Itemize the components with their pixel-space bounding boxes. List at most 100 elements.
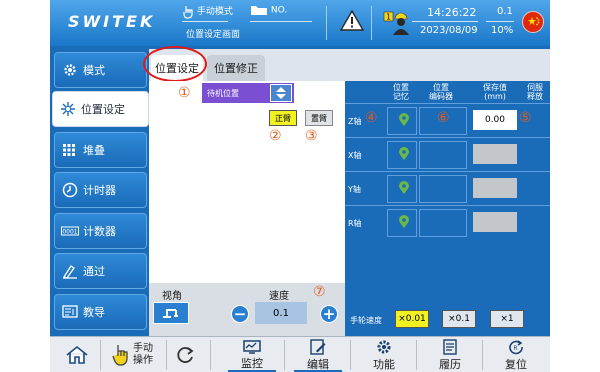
page-name-label: 位置设定画面: [186, 30, 241, 40]
warning-icon[interactable]: [339, 9, 365, 35]
bottom-divider: [482, 340, 483, 370]
view-speed-panel: 视角 速度 ⑦ − 0.1 +: [149, 283, 345, 336]
folder-icon: [251, 6, 267, 15]
bottom-bar: 手动 操作 监控 编辑 功能 履历 R 复位: [50, 336, 550, 372]
reset-label: 复位: [505, 357, 527, 371]
location-pin-icon[interactable]: [399, 180, 409, 199]
history-label: 履历: [439, 357, 461, 371]
cycle-icon: [177, 346, 194, 363]
robot-arm-icon: [163, 309, 178, 318]
sidebar: 模式 位置设定 堆叠 计时器 0001 计数器 通过 教导: [50, 49, 149, 336]
marker-4: ④: [365, 110, 378, 126]
standby-label: 待机位置: [207, 88, 239, 98]
time-underline: [412, 21, 478, 22]
forward-arm-button[interactable]: 正臂: [269, 110, 297, 126]
marker-7: ⑦: [313, 284, 326, 300]
sidebar-item-label: 计数器: [83, 225, 116, 238]
header-save-value: 保存值 (mm): [483, 83, 507, 101]
home-icon: [66, 345, 88, 364]
sidebar-item-label: 堆叠: [83, 144, 105, 157]
marker-3: ③: [305, 128, 318, 144]
program-number[interactable]: NO.: [250, 4, 287, 16]
sidebar-item-pass[interactable]: 通过: [54, 253, 147, 289]
edit-icon: [310, 338, 326, 355]
axis-name: R轴: [348, 219, 362, 228]
handwheel-option-x01[interactable]: ×0.1: [442, 310, 476, 328]
status-underline: [486, 21, 514, 22]
bottom-divider: [166, 340, 167, 370]
location-pin-icon[interactable]: [399, 214, 409, 233]
sidebar-item-stack[interactable]: 堆叠: [54, 132, 147, 168]
clock-time: 14:26:22: [427, 6, 477, 19]
svg-text:1: 1: [386, 13, 391, 22]
sidebar-item-position[interactable]: 位置设定: [52, 91, 149, 127]
handwheel-option-x1[interactable]: ×1: [490, 310, 524, 328]
svg-text:R: R: [513, 345, 517, 352]
history-button[interactable]: 履历: [426, 337, 474, 372]
header-divider: [326, 6, 327, 40]
program-underline: [250, 21, 312, 22]
cycle-button[interactable]: [168, 337, 202, 372]
table-row: X轴: [345, 137, 550, 171]
monitor-icon: [243, 339, 261, 354]
home-button[interactable]: [58, 337, 96, 372]
bottom-divider: [284, 340, 285, 370]
mode-label: 手动模式: [196, 7, 233, 17]
manual-operation-button[interactable]: 手动 操作: [102, 337, 162, 372]
table-row: R轴: [345, 205, 550, 239]
clock-date: 2023/08/09: [420, 25, 478, 36]
mode-underline: [182, 21, 228, 22]
axis-name: Y轴: [348, 185, 361, 194]
position-icon: [59, 100, 77, 118]
monitor-label: 监控: [241, 356, 263, 370]
speed-value-field[interactable]: 0.1: [255, 302, 307, 324]
reset-button[interactable]: R 复位: [492, 337, 540, 372]
speed-increase-button[interactable]: +: [320, 305, 338, 323]
sidebar-item-timer[interactable]: 计时器: [54, 172, 147, 208]
edit-button[interactable]: 编辑: [294, 337, 342, 372]
reset-arm-button[interactable]: 置臂: [305, 110, 333, 126]
brand-logo: SWITEK: [68, 12, 156, 31]
sidebar-item-counter[interactable]: 0001 计数器: [54, 213, 147, 249]
save-value-disabled: [473, 178, 517, 198]
header-record: 位置 记忆: [393, 83, 409, 101]
encoder-cell: [419, 209, 467, 237]
function-label: 功能: [373, 357, 395, 371]
marker-5: ⑤: [519, 110, 532, 126]
function-button[interactable]: 功能: [360, 337, 408, 372]
bottom-divider: [100, 340, 101, 370]
location-pin-icon[interactable]: [399, 112, 409, 131]
sidebar-item-teach[interactable]: 教导: [54, 294, 147, 330]
sidebar-item-mode[interactable]: 模式: [54, 52, 147, 88]
bottom-divider: [210, 340, 211, 370]
save-value-input[interactable]: 0.00: [473, 110, 517, 130]
teach-icon: [61, 303, 79, 321]
clock-icon: [61, 181, 79, 199]
view-angle-button[interactable]: [153, 302, 189, 324]
encoder-cell: [419, 141, 467, 169]
language-flag-icon[interactable]: [522, 11, 544, 33]
tab-position-correction[interactable]: 位置修正: [207, 55, 265, 81]
mode-indicator[interactable]: 手动模式: [182, 4, 233, 19]
table-row: Z轴 ④ ⑥ 0.00 ⑤: [345, 103, 550, 137]
table-row: Y轴: [345, 171, 550, 205]
pass-icon: [61, 262, 79, 280]
speed-label: 速度: [269, 291, 289, 302]
svg-text:0001: 0001: [62, 229, 77, 236]
sidebar-item-label: 计时器: [83, 184, 116, 197]
handwheel-option-x001[interactable]: ×0.01: [395, 310, 429, 328]
monitor-button[interactable]: 监控: [228, 337, 276, 372]
updown-arrows-icon[interactable]: [270, 84, 292, 102]
location-pin-icon[interactable]: [399, 146, 409, 165]
speed-decrease-button[interactable]: −: [231, 305, 249, 323]
header-encoder: 位置 编码器: [429, 83, 453, 101]
status-value-top: 0.1: [497, 6, 513, 17]
header-divider: [371, 6, 372, 40]
history-icon: [443, 338, 457, 355]
sidebar-item-label: 教导: [83, 306, 105, 319]
header-servo-release: 伺服 释放: [527, 83, 543, 101]
manual-op-label-2: 操作: [133, 355, 153, 366]
handwheel-speed-panel: 手轮速度 ×0.01 ×0.1 ×1: [345, 283, 550, 336]
view-angle-label: 视角: [162, 291, 182, 302]
operator-icon[interactable]: 1: [383, 7, 413, 41]
